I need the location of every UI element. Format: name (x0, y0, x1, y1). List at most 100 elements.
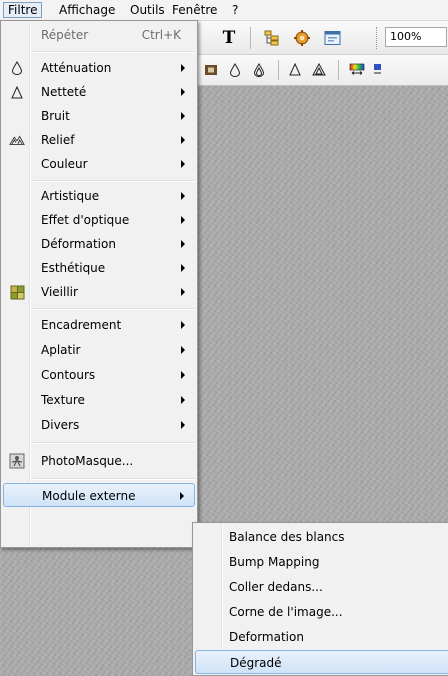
window-icon[interactable] (322, 28, 342, 48)
menu-item-repeat[interactable]: Répéter Ctrl+K (3, 23, 195, 47)
aging-grid-icon (9, 284, 25, 300)
menu-item-label: Aplatir (41, 343, 81, 357)
submenu-item-corne-image[interactable]: Corne de l'image... (195, 600, 448, 624)
submenu-arrow-icon (181, 421, 185, 429)
menu-item-label: Encadrement (41, 318, 122, 332)
submenu-item-deformation[interactable]: Deformation (195, 625, 448, 649)
menu-item-label: Relief (41, 133, 75, 147)
submenu-item-label: Dégradé (230, 656, 282, 670)
menu-item-vieillir[interactable]: Vieillir (3, 280, 195, 304)
menu-item-label: PhotoMasque... (41, 454, 134, 468)
submenu-item-coller-dedans[interactable]: Coller dedans... (195, 575, 448, 599)
menu-item-encadrement[interactable]: Encadrement (3, 313, 195, 337)
menu-item-label: Déformation (41, 237, 116, 251)
menu-item-nettete[interactable]: Netteté (3, 80, 195, 104)
submenu-arrow-icon (181, 321, 185, 329)
menu-item-artistique[interactable]: Artistique (3, 184, 195, 208)
menu-item-label: Atténuation (41, 61, 112, 75)
submenu-arrow-icon (181, 371, 185, 379)
blur-drop-icon (9, 60, 25, 76)
menu-item-label: Artistique (41, 189, 100, 203)
filter-menu: Répéter Ctrl+K Atténuation Netteté Bruit… (0, 20, 198, 548)
menu-item-label: Répéter (41, 28, 89, 42)
submenu-arrow-icon (181, 240, 185, 248)
submenu-arrow-icon (181, 396, 185, 404)
sharpen-icon (9, 84, 25, 100)
menu-item-label: Texture (41, 393, 85, 407)
sharpen-icon[interactable] (286, 61, 304, 79)
more-color-icon[interactable] (372, 61, 382, 79)
photomask-icon (9, 453, 25, 469)
main-toolbar: T 100% (190, 21, 448, 55)
blur-drop-icon[interactable] (226, 61, 244, 79)
toolbar-separator (250, 27, 251, 49)
submenu-arrow-icon (181, 160, 185, 168)
double-drop-icon[interactable] (248, 61, 270, 79)
menu-item-attenuation[interactable]: Atténuation (3, 56, 195, 80)
submenu-item-bump-mapping[interactable]: Bump Mapping (195, 550, 448, 574)
menu-affichage[interactable]: Affichage (55, 2, 119, 18)
menu-item-label: Netteté (41, 85, 87, 99)
submenu-arrow-icon (181, 216, 185, 224)
toolbar-separator (376, 27, 378, 49)
frame-icon[interactable] (202, 61, 220, 79)
menu-separator (33, 478, 195, 480)
menu-item-label: Esthétique (41, 261, 106, 275)
image-canvas-left[interactable] (0, 548, 190, 676)
submenu-arrow-icon (181, 64, 185, 72)
menu-item-label: Couleur (41, 157, 88, 171)
filter-toolbar (190, 55, 448, 86)
submenu-item-label: Corne de l'image... (229, 605, 343, 619)
submenu-item-label: Deformation (229, 630, 304, 644)
menu-item-effet-optique[interactable]: Effet d'optique (3, 208, 195, 232)
submenu-arrow-icon (181, 288, 185, 296)
submenu-item-label: Bump Mapping (229, 555, 320, 569)
menu-filtre[interactable]: Filtre (3, 2, 43, 18)
toolbar-separator (338, 60, 339, 80)
submenu-item-balance-blancs[interactable]: Balance des blancs (195, 525, 448, 549)
menu-item-label: Contours (41, 368, 96, 382)
submenu-arrow-icon (181, 346, 185, 354)
submenu-arrow-icon (181, 264, 185, 272)
submenu-arrow-icon (181, 88, 185, 96)
mountain-relief-icon (9, 132, 25, 148)
menu-item-relief[interactable]: Relief (3, 128, 195, 152)
menu-separator (33, 308, 195, 310)
color-balance-icon[interactable] (346, 61, 368, 79)
menu-item-deformation[interactable]: Déformation (3, 232, 195, 256)
layers-icon[interactable] (262, 28, 282, 48)
menu-item-divers[interactable]: Divers (3, 413, 195, 437)
menu-item-label: Divers (41, 418, 80, 432)
menu-item-label: Effet d'optique (41, 213, 130, 227)
menu-separator (33, 51, 195, 53)
zoom-field[interactable]: 100% (385, 27, 447, 47)
menu-item-label: Module externe (42, 489, 136, 503)
submenu-item-label: Balance des blancs (229, 530, 345, 544)
menu-item-photomasque[interactable]: PhotoMasque... (3, 449, 195, 473)
menu-item-aplatir[interactable]: Aplatir (3, 338, 195, 362)
submenu-item-label: Coller dedans... (229, 580, 323, 594)
shortcut-label: Ctrl+K (141, 28, 181, 42)
menu-item-module-externe[interactable]: Module externe (3, 483, 195, 507)
menu-fenetre[interactable]: Fenêtre (168, 2, 221, 18)
settings-icon[interactable] (292, 28, 312, 48)
menu-help[interactable]: ? (228, 2, 242, 18)
menu-item-texture[interactable]: Texture (3, 388, 195, 412)
submenu-arrow-icon (181, 192, 185, 200)
menubar: Filtre Affichage Outils Fenêtre ? (0, 0, 448, 21)
plugin-submenu: Balance des blancs Bump Mapping Coller d… (192, 522, 448, 676)
menu-separator (33, 442, 195, 444)
menu-outils[interactable]: Outils (126, 2, 169, 18)
menu-item-label: Bruit (41, 109, 70, 123)
menu-item-contours[interactable]: Contours (3, 363, 195, 387)
submenu-item-degrade[interactable]: Dégradé (195, 650, 448, 674)
menu-item-bruit[interactable]: Bruit (3, 104, 195, 128)
menu-separator (33, 180, 195, 182)
menu-item-couleur[interactable]: Couleur (3, 152, 195, 176)
text-tool-icon[interactable]: T (218, 27, 240, 49)
sharpen-more-icon[interactable] (308, 61, 330, 79)
menu-item-esthetique[interactable]: Esthétique (3, 256, 195, 280)
submenu-arrow-icon (180, 492, 184, 500)
toolbar-separator (278, 60, 279, 80)
menu-item-label: Vieillir (41, 285, 78, 299)
